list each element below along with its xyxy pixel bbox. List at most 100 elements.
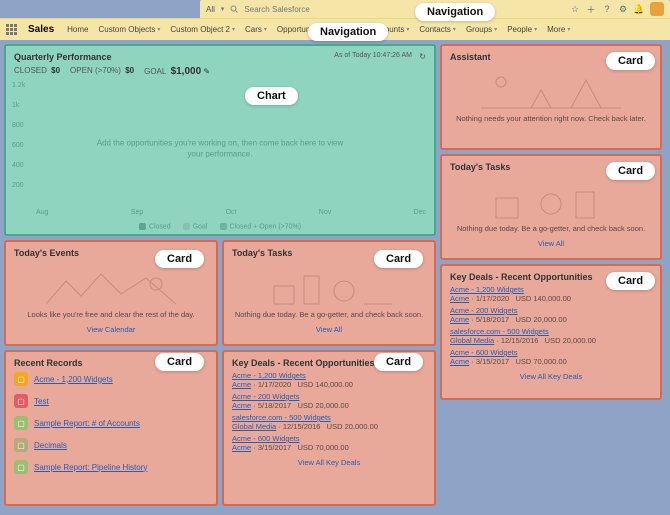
chevron-down-icon: ▾ xyxy=(453,26,456,33)
nav-item-groups[interactable]: Groups▾ xyxy=(463,25,500,34)
nav-item-custom-objects[interactable]: Custom Objects▾ xyxy=(95,25,163,34)
deal-row: Acme - 200 WidgetsAcme · 5/18/2017 USD 2… xyxy=(450,306,652,324)
deal-row: salesforce.com - 500 WidgetsGlobal Media… xyxy=(232,413,426,431)
nav-item-cars[interactable]: Cars▾ xyxy=(242,25,270,34)
quarterly-performance-chart: Quarterly Performance As of Today 10:47:… xyxy=(4,44,436,236)
record-link[interactable]: Sample Report: # of Accounts xyxy=(34,419,140,428)
chevron-down-icon: ▾ xyxy=(232,26,235,33)
chevron-down-icon: ▾ xyxy=(264,26,267,33)
y-tick: 400 xyxy=(12,162,24,169)
chevron-down-icon: ▾ xyxy=(221,5,225,13)
deal-row: Acme - 200 WidgetsAcme · 5/18/2017 USD 2… xyxy=(232,392,426,410)
x-tick: Oct xyxy=(226,209,237,216)
nav-item-accounts[interactable]: Accounts▾ xyxy=(368,25,412,34)
nav-item-more[interactable]: More▾ xyxy=(544,25,573,34)
chart-as-of: As of Today 10:47:26 AM xyxy=(334,52,412,59)
record-icon: ▢ xyxy=(14,372,28,386)
chevron-down-icon: ▾ xyxy=(406,26,409,33)
nav-item-files[interactable]: Files▾ xyxy=(337,25,365,34)
plus-icon[interactable]: ＋ xyxy=(586,4,596,14)
nav-item-home[interactable]: Home xyxy=(64,25,91,34)
assistant-illustration xyxy=(450,66,652,110)
chart-empty-message: Add the opportunities you're working on,… xyxy=(90,139,350,160)
key-deals-card-right: Key Deals - Recent Opportunities Acme - … xyxy=(440,264,662,400)
deal-link[interactable]: Acme - 200 Widgets xyxy=(232,392,300,401)
card-title: Recent Records xyxy=(14,358,208,368)
todays-tasks-card-right: Today's Tasks Nothing due today. Be a go… xyxy=(440,154,662,260)
y-tick: 600 xyxy=(12,142,24,149)
deal-row: Acme - 1,200 WidgetsAcme · 1/17/2020 USD… xyxy=(232,371,426,389)
record-link[interactable]: Acme - 1,200 Widgets xyxy=(34,375,113,384)
search-input[interactable] xyxy=(244,5,564,14)
record-link[interactable]: Decimals xyxy=(34,441,67,450)
todays-tasks-card: Today's Tasks Nothing due today. Be a go… xyxy=(222,240,436,346)
todays-events-card: Today's Events Looks like you're free an… xyxy=(4,240,218,346)
deal-link[interactable]: Acme - 600 Widgets xyxy=(232,434,300,443)
x-axis: Aug Sep Oct Nov Dec xyxy=(36,209,426,216)
app-launcher-icon[interactable] xyxy=(6,24,18,36)
bell-icon[interactable]: 🔔 xyxy=(634,4,644,14)
record-icon: ▢ xyxy=(14,394,28,408)
deal-row: Acme - 1,200 WidgetsAcme · 1/17/2020 USD… xyxy=(450,285,652,303)
recent-records-card: Recent Records ▢ Acme - 1,200 Widgets ▢ Tes… xyxy=(4,350,218,506)
deal-link[interactable]: Acme - 1,200 Widgets xyxy=(450,285,524,294)
x-tick: Sep xyxy=(131,209,143,216)
global-search-bar: All ▾ ☆ ＋ ? ⚙ 🔔 xyxy=(200,0,670,18)
nav-item-opportunities[interactable]: Opportunities▾ xyxy=(274,25,333,34)
avatar[interactable] xyxy=(650,2,664,16)
card-title: Today's Events xyxy=(14,248,208,258)
chevron-down-icon: ▾ xyxy=(567,26,570,33)
help-icon[interactable]: ? xyxy=(602,4,612,14)
refresh-icon[interactable]: ↻ xyxy=(419,52,426,61)
assistant-empty: Nothing needs your attention right now. … xyxy=(450,114,652,123)
card-title: Today's Tasks xyxy=(232,248,426,258)
nav-item-custom-object-2[interactable]: Custom Object 2▾ xyxy=(167,25,238,34)
primary-navigation: Sales Home Custom Objects▾ Custom Object… xyxy=(0,18,670,40)
record-link[interactable]: Sample Report: Pipeline History xyxy=(34,463,147,472)
deal-link[interactable]: salesforce.com - 500 Widgets xyxy=(450,327,549,336)
card-title: Key Deals - Recent Opportunities xyxy=(232,358,426,368)
y-tick: 1.2k xyxy=(12,82,25,89)
recent-record-row[interactable]: ▢ Test xyxy=(14,390,208,412)
view-all-link[interactable]: View All xyxy=(450,239,652,248)
card-title: Assistant xyxy=(450,52,652,62)
recent-record-row[interactable]: ▢ Decimals xyxy=(14,434,208,456)
deal-link[interactable]: Acme - 1,200 Widgets xyxy=(232,371,306,380)
y-tick: 800 xyxy=(12,122,24,129)
chevron-down-icon: ▾ xyxy=(327,26,330,33)
y-tick: 1k xyxy=(12,102,19,109)
search-scope[interactable]: All xyxy=(206,5,215,14)
view-all-key-deals-link[interactable]: View All Key Deals xyxy=(450,372,652,381)
gear-icon[interactable]: ⚙ xyxy=(618,4,628,14)
y-tick: 200 xyxy=(12,182,24,189)
deal-row: Acme - 600 WidgetsAcme · 3/15/2017 USD 7… xyxy=(450,348,652,366)
view-all-key-deals-link[interactable]: View All Key Deals xyxy=(232,458,426,467)
key-deals-card: Key Deals - Recent Opportunities Acme - … xyxy=(222,350,436,506)
recent-record-row[interactable]: ▢ Sample Report: # of Accounts xyxy=(14,412,208,434)
assistant-card: Assistant Nothing needs your attention r… xyxy=(440,44,662,150)
events-illustration xyxy=(14,262,208,306)
nav-item-people[interactable]: People▾ xyxy=(504,25,540,34)
deal-link[interactable]: Acme - 600 Widgets xyxy=(450,348,518,357)
x-tick: Nov xyxy=(319,209,331,216)
record-icon: ▢ xyxy=(14,438,28,452)
deal-row: Acme - 600 WidgetsAcme · 3/15/2017 USD 7… xyxy=(232,434,426,452)
deal-link[interactable]: Acme - 200 Widgets xyxy=(450,306,518,315)
chevron-down-icon: ▾ xyxy=(534,26,537,33)
nav-item-contacts[interactable]: Contacts▾ xyxy=(416,25,459,34)
star-icon[interactable]: ☆ xyxy=(570,4,580,14)
deal-link[interactable]: salesforce.com - 500 Widgets xyxy=(232,413,331,422)
tasks-empty: Nothing due today. Be a go-getter, and c… xyxy=(232,310,426,319)
record-link[interactable]: Test xyxy=(34,397,49,406)
tasks-illustration xyxy=(450,176,652,220)
record-icon: ▢ xyxy=(14,460,28,474)
recent-record-row[interactable]: ▢ Acme - 1,200 Widgets xyxy=(14,368,208,390)
view-calendar-link[interactable]: View Calendar xyxy=(14,325,208,334)
view-all-link[interactable]: View All xyxy=(232,325,426,334)
tasks-illustration xyxy=(232,262,426,306)
edit-icon[interactable]: ✎ xyxy=(203,67,210,76)
x-tick: Dec xyxy=(414,209,426,216)
deal-row: salesforce.com - 500 WidgetsGlobal Media… xyxy=(450,327,652,345)
recent-record-row[interactable]: ▢ Sample Report: Pipeline History xyxy=(14,456,208,478)
record-icon: ▢ xyxy=(14,416,28,430)
